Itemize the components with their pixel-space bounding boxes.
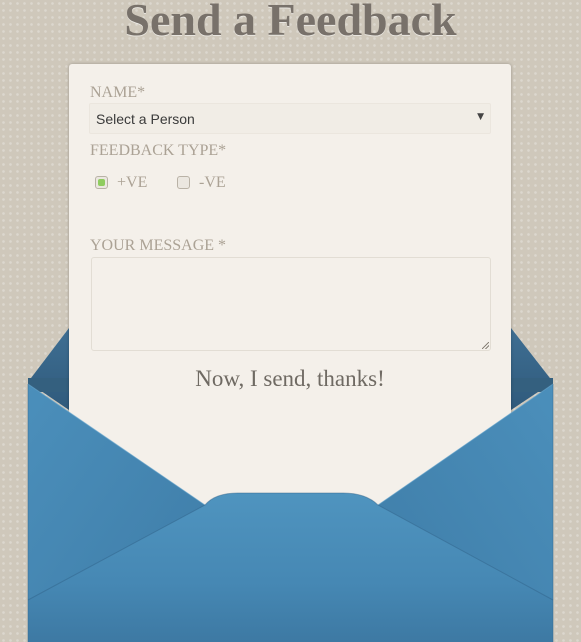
- envelope-front: [27, 383, 554, 642]
